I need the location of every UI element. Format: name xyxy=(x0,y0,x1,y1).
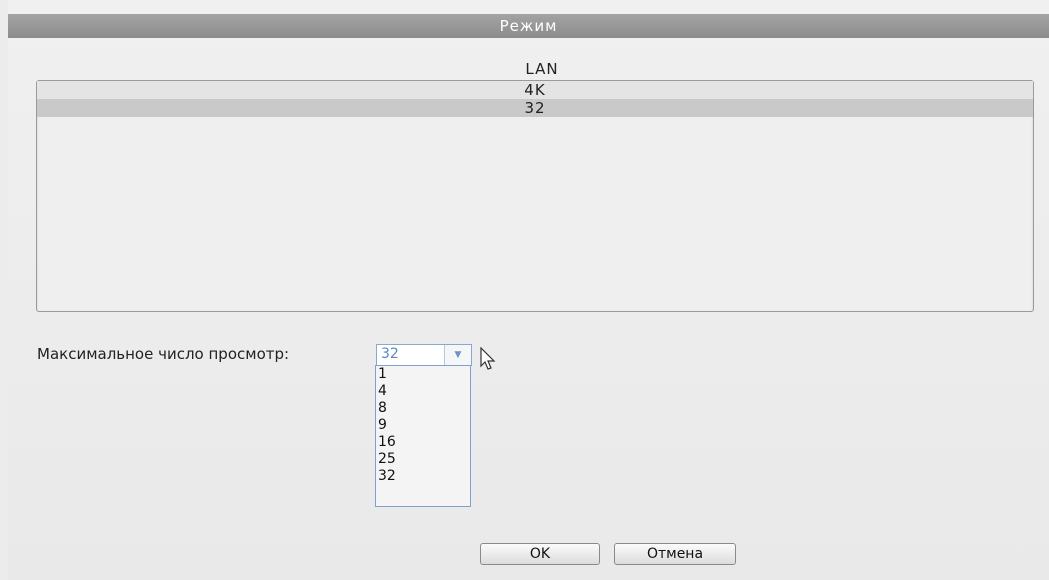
dropdown-option-16[interactable]: 16 xyxy=(376,434,470,451)
max-view-select[interactable]: 32 ▼ xyxy=(376,344,472,366)
mode-dialog: Режим LAN 4K 32 Максимальное число просм… xyxy=(8,0,1049,580)
list-header-lan: LAN xyxy=(525,60,559,78)
dialog-title: Режим xyxy=(8,14,1049,38)
list-item[interactable]: 32 xyxy=(37,99,1033,117)
ok-button[interactable]: OK xyxy=(480,543,600,565)
mode-list[interactable]: 4K 32 xyxy=(36,80,1034,312)
list-item[interactable]: 4K xyxy=(37,81,1033,99)
max-view-label: Максимальное число просмотр: xyxy=(37,345,290,363)
dropdown-option-9[interactable]: 9 xyxy=(376,417,470,434)
dropdown-option-25[interactable]: 25 xyxy=(376,451,470,468)
dropdown-option-4[interactable]: 4 xyxy=(376,383,470,400)
max-view-dropdown: 1 4 8 9 16 25 32 xyxy=(375,365,471,507)
dropdown-option-1[interactable]: 1 xyxy=(376,366,470,383)
mouse-cursor-icon xyxy=(480,347,496,370)
chevron-down-icon[interactable]: ▼ xyxy=(444,345,471,365)
dropdown-option-8[interactable]: 8 xyxy=(376,400,470,417)
cancel-button[interactable]: Отмена xyxy=(614,543,736,565)
dropdown-option-32[interactable]: 32 xyxy=(376,468,470,485)
max-view-selected-value: 32 xyxy=(381,346,399,362)
